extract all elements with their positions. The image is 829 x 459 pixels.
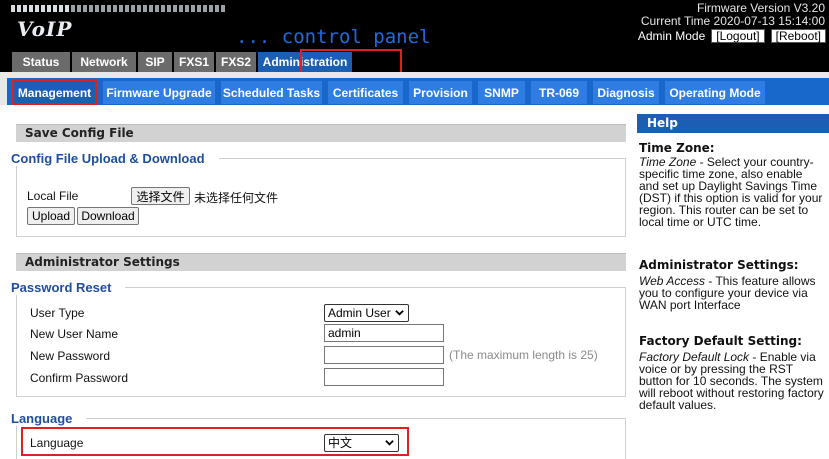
new-password-input[interactable] — [324, 346, 444, 364]
subtab-operating-mode[interactable]: Operating Mode — [665, 81, 765, 104]
help-factory-heading: Factory Default Setting: — [639, 334, 802, 348]
tab-status[interactable]: Status — [12, 52, 70, 72]
header: VoIP ... control panel Firmware Version … — [0, 0, 829, 72]
help-time-zone-heading: Time Zone: — [639, 141, 715, 155]
choose-file-button[interactable]: 选择文件 — [131, 187, 190, 205]
subtab-tr069[interactable]: TR-069 — [531, 81, 587, 104]
fieldset-title-password-reset: Password Reset — [11, 280, 126, 295]
user-type-select[interactable]: Admin User — [324, 304, 409, 322]
fieldset-upload-download — [16, 158, 626, 237]
chevron-down-icon — [395, 310, 404, 316]
admin-mode-label: Admin Mode — [637, 29, 706, 43]
help-title: Help — [637, 114, 829, 133]
no-file-text: 未选择任何文件 — [194, 191, 279, 205]
admin-mode-bar: Admin Mode [Logout] [Reboot] — [638, 29, 826, 43]
highlight-language — [21, 427, 409, 456]
highlight-management — [12, 79, 97, 105]
header-decoration — [11, 5, 225, 12]
tab-network[interactable]: Network — [72, 52, 136, 72]
max-length-hint: (The maximum length is 25) — [449, 348, 598, 362]
subtab-certificates[interactable]: Certificates — [328, 81, 403, 104]
local-file-label: Local File — [27, 189, 79, 203]
help-time-zone-text: Time Zone - Select your country-specific… — [639, 156, 825, 228]
tab-fxs2[interactable]: FXS2 — [216, 52, 256, 72]
highlight-administration — [300, 49, 402, 74]
tab-fxs1[interactable]: FXS1 — [174, 52, 214, 72]
current-time: Current Time 2020-07-13 15:14:00 — [640, 14, 825, 28]
subtab-firmware-upgrade[interactable]: Firmware Upgrade — [103, 81, 215, 104]
logout-button[interactable]: [Logout] — [711, 29, 765, 43]
confirm-password-label: Confirm Password — [30, 371, 129, 385]
section-admin-settings: Administrator Settings — [16, 253, 626, 271]
help-time-zone-desc: - Select your country-specific time zone… — [639, 155, 823, 229]
confirm-password-input[interactable] — [324, 368, 444, 386]
firmware-info: Firmware Version V3.20 Current Time 2020… — [641, 2, 825, 28]
user-type-value: Admin User — [328, 306, 391, 320]
help-admin-text: Web Access - This feature allows you to … — [639, 275, 825, 311]
new-password-label: New Password — [30, 349, 111, 363]
help-factory-text: Factory Default Lock - Enable via voice … — [639, 351, 825, 411]
user-type-label: User Type — [30, 306, 85, 320]
fieldset-title-language: Language — [11, 411, 87, 426]
new-user-name-label: New User Name — [30, 327, 119, 341]
subtab-diagnosis[interactable]: Diagnosis — [593, 81, 659, 104]
tab-sip[interactable]: SIP — [138, 52, 172, 72]
logo: VoIP — [17, 17, 73, 41]
control-panel-title: ... control panel — [236, 26, 431, 48]
section-save-config: Save Config File — [16, 124, 626, 142]
new-user-name-input[interactable]: admin — [324, 324, 444, 342]
subtab-provision[interactable]: Provision — [409, 81, 472, 104]
download-button[interactable]: Download — [77, 207, 139, 225]
subtab-snmp[interactable]: SNMP — [478, 81, 525, 104]
help-admin-heading: Administrator Settings: — [639, 258, 799, 272]
upload-button[interactable]: Upload — [27, 207, 75, 225]
subtab-scheduled-tasks[interactable]: Scheduled Tasks — [221, 81, 322, 104]
reboot-button[interactable]: [Reboot] — [770, 29, 826, 43]
fieldset-title-upload-download: Config File Upload & Download — [11, 151, 219, 166]
